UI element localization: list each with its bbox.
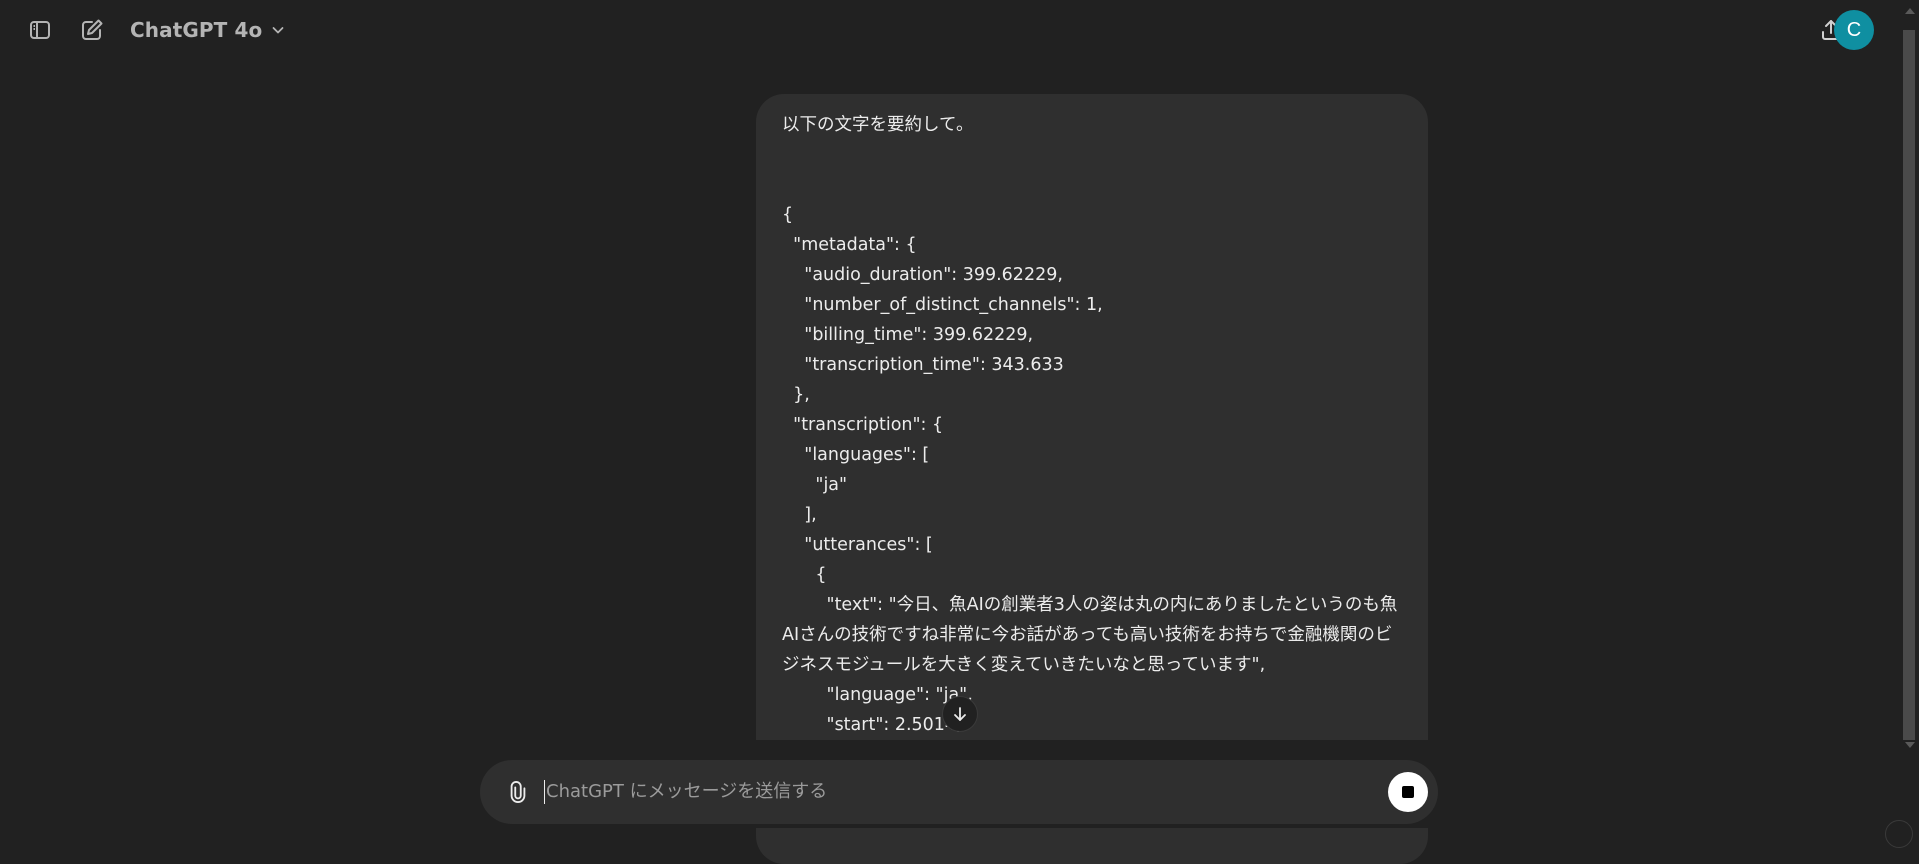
scroll-to-bottom-button[interactable] [942,696,978,732]
stop-icon [1402,786,1414,798]
user-avatar[interactable]: C [1834,10,1874,50]
new-chat-button[interactable] [74,12,110,48]
scroll-down-arrow-icon[interactable] [1905,742,1915,748]
sidebar-toggle-button[interactable] [22,12,58,48]
message-input[interactable]: ChatGPT にメッセージを送信する [546,778,827,806]
top-bar: ChatGPT 4o C [0,0,1900,60]
user-message-text: 以下の文字を要約して。 { "metadata": { "audio_durat… [782,115,1398,765]
scroll-up-arrow-icon[interactable] [1905,8,1915,14]
arrow-down-icon [954,707,966,721]
scrollbar-thumb[interactable] [1903,30,1915,740]
sidebar-toggle-icon [30,21,50,39]
attach-button[interactable] [500,774,536,810]
model-selector[interactable]: ChatGPT 4o [128,12,288,48]
stop-generating-button[interactable] [1388,772,1428,812]
paperclip-icon [510,781,526,803]
model-name: ChatGPT 4o [130,18,263,42]
text-caret [544,780,545,804]
chevron-down-icon [272,27,284,34]
new-chat-icon [82,19,103,40]
message-composer[interactable]: ChatGPT にメッセージを送信する [480,760,1438,824]
help-button[interactable] [1885,820,1913,848]
